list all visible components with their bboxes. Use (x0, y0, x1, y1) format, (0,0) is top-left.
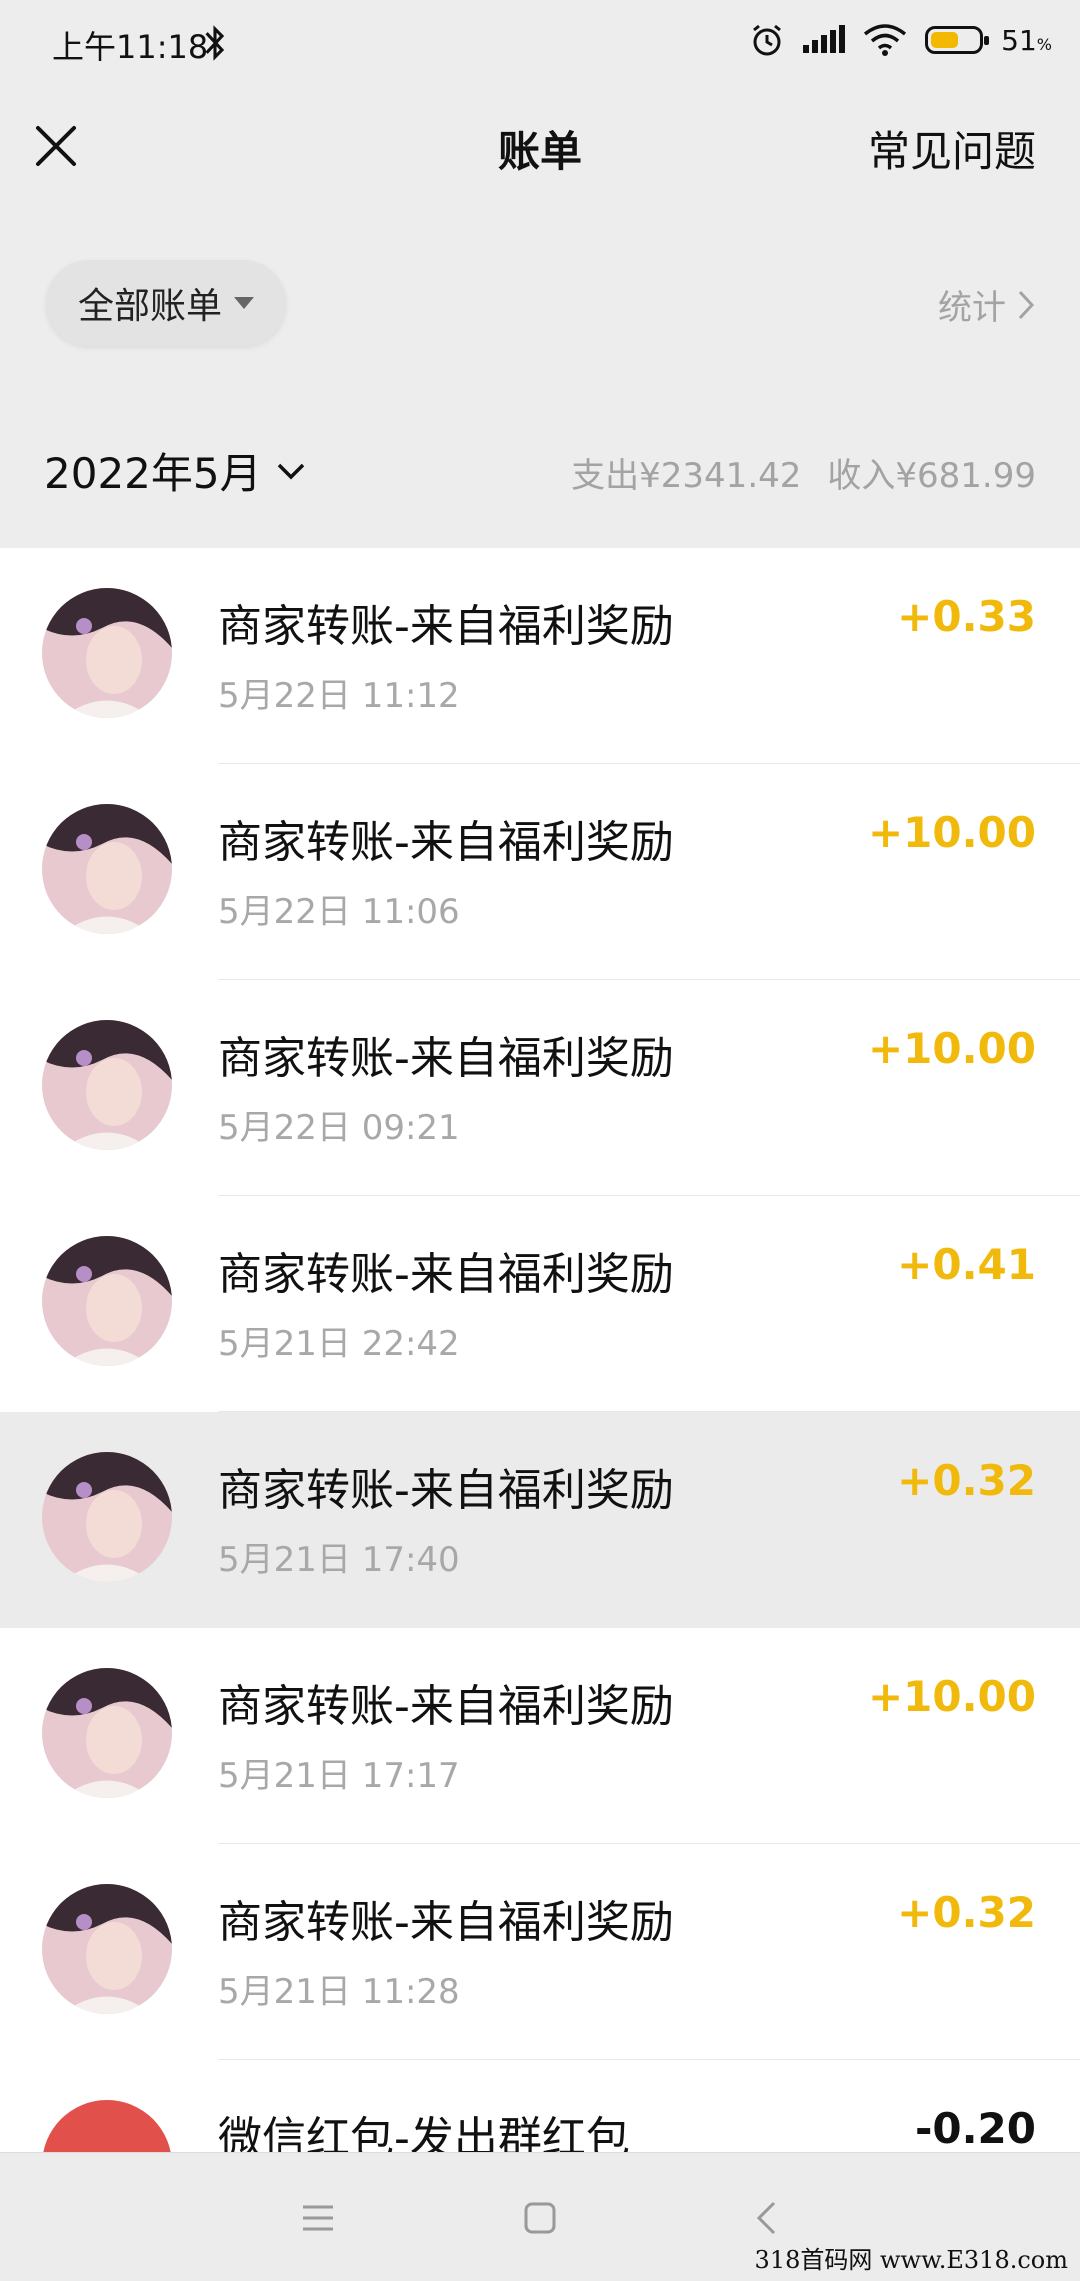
transaction-title: 商家转账-来自福利奖励 (218, 1033, 674, 1084)
transaction-row[interactable]: 商家转账-来自福利奖励 5月21日 17:17 +10.00 (0, 1628, 1080, 1844)
transaction-list: 商家转账-来自福利奖励 5月22日 11:12 +0.33 商家转账-来自福利奖… (0, 548, 1080, 2180)
avatar (42, 804, 172, 934)
filter-label: 全部账单 (77, 286, 222, 327)
transaction-time: 5月21日 22:42 (218, 1324, 460, 1364)
transaction-amount: +10.00 (867, 1024, 1036, 1073)
transaction-time: 5月21日 11:28 (218, 1972, 460, 2012)
transaction-amount: -0.20 (914, 2104, 1036, 2153)
transaction-row[interactable]: 商家转账-来自福利奖励 5月22日 11:12 +0.33 (0, 548, 1080, 764)
transaction-row[interactable]: 商家转账-来自福利奖励 5月21日 17:40 +0.32 (0, 1412, 1080, 1628)
transaction-amount: +10.00 (867, 808, 1036, 857)
watermark: 318首码网 www.E318.com (754, 2246, 1068, 2274)
transaction-time: 5月22日 11:12 (218, 676, 460, 716)
transaction-row[interactable]: 商家转账-来自福利奖励 5月22日 11:06 +10.00 (0, 764, 1080, 980)
status-time: 上午11:18 (52, 28, 209, 66)
caret-down-icon (234, 297, 254, 309)
transaction-row[interactable]: 商家转账-来自福利奖励 5月22日 09:21 +10.00 (0, 980, 1080, 1196)
chevron-down-icon (277, 463, 304, 479)
avatar (42, 1452, 172, 1582)
avatar (42, 1020, 172, 1150)
home-icon[interactable] (515, 2193, 565, 2243)
transaction-row[interactable]: 商家转账-来自福利奖励 5月21日 22:42 +0.41 (0, 1196, 1080, 1412)
transaction-title: 商家转账-来自福利奖励 (218, 1249, 674, 1300)
statistics-link[interactable]: 统计 (938, 280, 1036, 329)
faq-link[interactable]: 常见问题 (868, 118, 1036, 179)
signal-icon (803, 25, 846, 53)
transaction-row[interactable]: 商家转账-来自福利奖励 5月21日 11:28 +0.32 (0, 1844, 1080, 2060)
month-summary: 支出¥2341.42 收入¥681.99 (571, 448, 1036, 497)
avatar (42, 588, 172, 718)
transaction-time: 5月22日 11:06 (218, 892, 460, 932)
transaction-amount: +0.33 (897, 592, 1036, 641)
battery-icon (925, 26, 990, 54)
transaction-amount: +0.32 (897, 1888, 1036, 1937)
transaction-title: 商家转账-来自福利奖励 (218, 601, 674, 652)
transaction-title: 商家转账-来自福利奖励 (218, 1897, 674, 1948)
avatar (42, 1884, 172, 2014)
nav-header: 账单 常见问题 (0, 90, 1080, 210)
month-label: 2022年5月 (44, 449, 262, 498)
back-icon[interactable] (742, 2193, 792, 2243)
battery-percent: 51% (1001, 23, 1052, 57)
transaction-time: 5月21日 17:40 (218, 1540, 460, 1580)
avatar (42, 1236, 172, 1366)
month-selector[interactable]: 2022年5月 (44, 440, 306, 501)
transaction-time: 5月22日 09:21 (218, 1108, 460, 1148)
transaction-time: 5月21日 17:17 (218, 1756, 460, 1796)
statistics-label: 统计 (938, 288, 1006, 328)
menu-icon[interactable] (293, 2193, 343, 2243)
transaction-amount: +0.32 (897, 1456, 1036, 1505)
wifi-icon (864, 24, 907, 56)
alarm-icon (753, 24, 782, 56)
income-total: 收入¥681.99 (827, 456, 1036, 496)
all-bills-filter[interactable]: 全部账单 (46, 260, 286, 346)
chevron-right-icon (1018, 290, 1035, 319)
status-bar: 上午11:18 51% (0, 0, 1080, 90)
transaction-title: 商家转账-来自福利奖励 (218, 1681, 674, 1732)
transaction-title: 商家转账-来自福利奖励 (218, 1465, 674, 1516)
transaction-amount: +10.00 (867, 1672, 1036, 1721)
transaction-title: 商家转账-来自福利奖励 (218, 817, 674, 868)
bluetooth-icon (205, 25, 225, 61)
expense-total: 支出¥2341.42 (571, 456, 802, 496)
transaction-amount: +0.41 (897, 1240, 1036, 1289)
avatar (42, 1668, 172, 1798)
system-nav-bar: 318首码网 www.E318.com (0, 2152, 1080, 2281)
